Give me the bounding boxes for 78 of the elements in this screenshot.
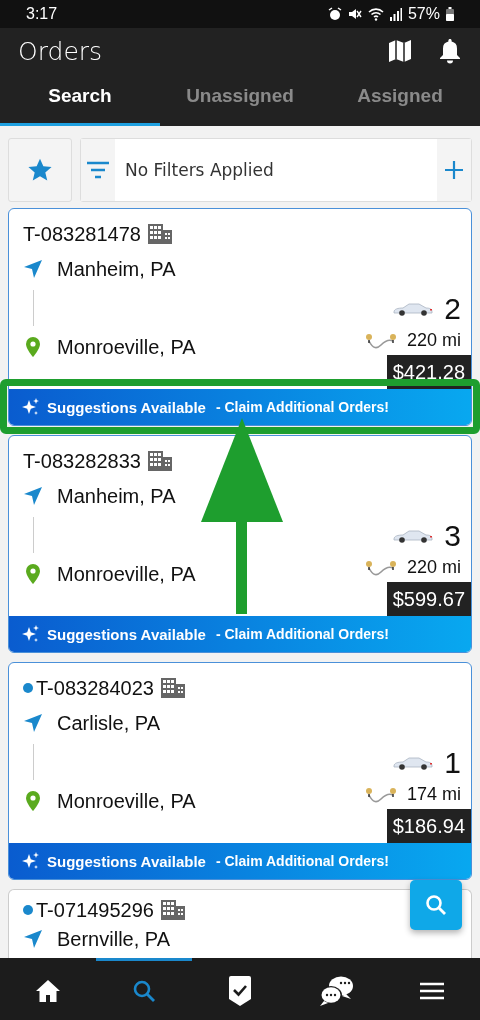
price-tag: $599.67 [386,582,471,616]
sparkle-icon [21,397,41,417]
order-card[interactable]: T-083282833 Manheim, PA Monroeville, PA 3 220 mi $599.67 Suggestions Available - Claim Additional Orders! [8,435,472,653]
navigation-arrow-icon [23,713,43,733]
page-title: Orders [18,36,104,66]
checkmark-shield-icon [228,975,252,1006]
mute-icon [347,7,362,21]
pickup-city: Carlisle, PA [57,711,160,735]
route-icon [364,558,397,577]
wifi-icon [367,7,384,21]
menu-icon [420,981,444,1000]
suggestion-text: - Claim Additional Orders! [215,399,389,415]
order-card[interactable]: T-083284023 Carlisle, PA Monroeville, PA 1 174 mi $186.94 Suggestions Available - Claim Additional Orders! [8,662,472,880]
location-pin-icon [23,563,43,585]
order-number: T-083281478 [23,222,141,246]
building-icon [146,450,173,472]
pickup-city: Manheim, PA [57,484,176,508]
order-card[interactable]: T-071495296 Bernville, PA [8,889,472,958]
distance: 174 mi [406,784,461,805]
alarm-icon [327,7,342,21]
add-filter-icon[interactable] [444,160,464,180]
route-icon [364,331,397,350]
home-icon [35,978,61,1003]
car-icon [392,755,435,771]
dropoff-city: Monroeville, PA [57,335,196,359]
suggestion-title: Suggestions Available [47,625,206,643]
order-card[interactable]: T-083281478 Manheim, PA Monroeville, PA 2 220 mi $421.28 Suggestions Available - Claim Additional Orders! [8,208,472,426]
search-fab[interactable] [410,880,462,930]
pickup-city: Manheim, PA [57,257,176,281]
battery-icon [446,7,454,21]
filter-bar[interactable]: No Filters Applied [80,138,472,202]
pickup-city: Bernville, PA [57,927,170,951]
status-time: 3:17 [26,5,58,23]
vehicle-count: 2 [444,292,461,326]
suggestion-banner[interactable]: Suggestions Available - Claim Additional Orders! [9,843,471,879]
suggestion-text: - Claim Additional Orders! [215,626,389,642]
order-number: T-083284023 [36,676,154,700]
suggestion-text: - Claim Additional Orders! [215,853,389,869]
order-number: T-083282833 [23,449,141,473]
car-icon [392,301,435,317]
distance: 220 mi [406,557,461,578]
chat-bubbles-icon [318,974,354,1007]
navigation-arrow-icon [23,929,43,949]
tab[interactable]: Assigned [320,74,480,126]
map-icon[interactable] [388,39,412,63]
building-icon [159,899,186,921]
suggestion-banner[interactable]: Suggestions Available - Claim Additional Orders! [9,616,471,652]
order-number: T-071495296 [36,898,154,922]
sparkle-icon [21,624,41,644]
distance: 220 mi [406,330,461,351]
location-pin-icon [23,790,43,812]
navigation-arrow-icon [23,259,43,279]
search-icon [132,978,156,1003]
tab[interactable]: Search [0,74,160,126]
car-icon [392,528,435,544]
price-tag: $186.94 [386,809,471,843]
favorites-button[interactable] [8,138,72,202]
notification-bell-icon[interactable] [438,38,462,64]
dropoff-city: Monroeville, PA [57,562,196,586]
building-icon [159,677,186,699]
battery-level: 57% [407,5,440,23]
sparkle-icon [21,851,41,871]
star-icon [27,157,53,183]
dropoff-city: Monroeville, PA [57,789,196,813]
signal-icon [389,7,402,21]
location-pin-icon [23,336,43,358]
filter-icon [86,161,110,179]
vehicle-count: 3 [444,519,461,553]
filter-status: No Filters Applied [124,160,275,180]
vehicle-count: 1 [444,746,461,780]
suggestion-title: Suggestions Available [47,852,206,870]
route-icon [364,785,397,804]
navigation-arrow-icon [23,486,43,506]
suggestion-title: Suggestions Available [47,398,206,416]
tab[interactable]: Unassigned [160,74,320,126]
building-icon [146,223,173,245]
suggestion-banner[interactable]: Suggestions Available - Claim Additional Orders! [9,389,471,425]
search-icon [425,894,447,916]
